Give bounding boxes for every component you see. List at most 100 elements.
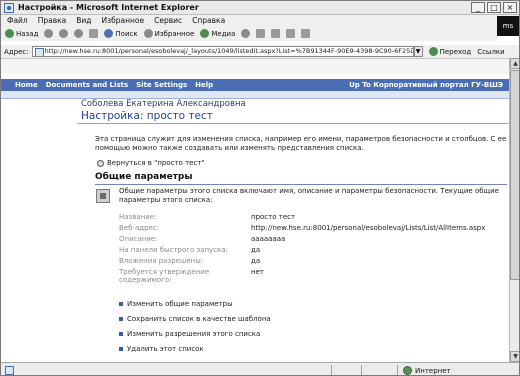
search-button[interactable]: Поиск (104, 29, 138, 38)
favorites-button[interactable]: Избранное (143, 29, 195, 38)
search-icon (104, 29, 114, 38)
toolbar: Назад Поиск Избранное Медиа (1, 26, 497, 41)
property-row: Вложения разрешены: да (119, 257, 509, 267)
go-button[interactable]: Переход (428, 47, 472, 56)
menu-help[interactable]: Справка (192, 16, 225, 25)
menu-view[interactable]: Вид (76, 16, 91, 25)
discuss-button[interactable] (301, 29, 311, 38)
scroll-up-icon[interactable]: ▲ (510, 58, 519, 69)
forward-button[interactable] (44, 29, 54, 38)
property-value: нет (251, 268, 264, 276)
back-arrow-icon (5, 29, 14, 38)
stop-icon (59, 29, 69, 38)
status-divider (361, 365, 362, 375)
sharepoint-nav-bar: Home Documents and Lists Site Settings H… (1, 79, 509, 91)
address-bar: Адрес: http://new.hse.ru:8001/personal/e… (1, 45, 519, 58)
scroll-thumb[interactable] (510, 70, 519, 280)
section-divider (95, 184, 507, 185)
nav-up-to-portal[interactable]: Up To Корпоративный портал ГУ-ВШЭ (349, 81, 503, 89)
action-label: Сохранить список в качестве шаблона (127, 315, 271, 323)
title-bar: Настройка - Microsoft Internet Explorer … (1, 1, 519, 15)
back-to-list-link[interactable]: Вернуться в "просто тест" (97, 159, 205, 167)
action-change-permissions[interactable]: Изменить разрешения этого списка (119, 330, 260, 338)
forward-arrow-icon (44, 29, 54, 38)
bullet-icon (119, 317, 123, 321)
menu-bar: Файл Правка Вид Избранное Сервис Справка… (1, 15, 519, 36)
menu-favorites[interactable]: Избранное (102, 16, 145, 25)
menu-file[interactable]: Файл (7, 16, 28, 25)
property-value: аааааааа (251, 235, 286, 243)
go-label: Переход (439, 47, 472, 56)
media-label: Медиа (211, 29, 236, 38)
refresh-icon (74, 29, 84, 38)
status-divider (331, 365, 332, 375)
refresh-button[interactable] (74, 29, 84, 38)
nav-help[interactable]: Help (195, 81, 213, 89)
action-label: Изменить общие параметры (127, 300, 233, 308)
address-input[interactable]: http://new.hse.ru:8001/personal/esobolev… (31, 46, 414, 57)
search-label: Поиск (115, 29, 138, 38)
internet-globe-icon (403, 366, 412, 375)
bullet-icon (119, 347, 123, 351)
scroll-down-icon[interactable]: ▼ (510, 351, 519, 362)
section-description: Общие параметры этого списка включают им… (119, 187, 499, 204)
property-label: Требуется утверждение содержимого: (119, 268, 210, 284)
back-button[interactable]: Назад (5, 29, 38, 38)
mail-icon (256, 29, 266, 38)
property-value: просто тест (251, 213, 296, 221)
property-row: Название: просто тест (119, 213, 509, 223)
vertical-scrollbar[interactable]: ▲ ▼ (509, 58, 519, 362)
back-link-label: Вернуться в "просто тест" (107, 159, 205, 167)
stop-button[interactable] (59, 29, 69, 38)
print-button[interactable] (271, 29, 281, 38)
property-value: да (251, 246, 261, 254)
history-icon (241, 29, 251, 38)
nav-site-settings[interactable]: Site Settings (136, 81, 187, 89)
bullet-icon (119, 302, 123, 306)
links-button[interactable]: Ссылки (477, 48, 505, 56)
discuss-icon (301, 29, 311, 38)
status-divider (397, 365, 398, 375)
print-icon (271, 29, 281, 38)
menu-edit[interactable]: Правка (38, 16, 67, 25)
home-button[interactable] (89, 29, 99, 38)
minimize-button[interactable]: _ (471, 2, 485, 13)
user-name: Соболева Екатерина Александровна (81, 99, 246, 109)
page-description: Эта страница служит для изменения списка… (95, 135, 507, 152)
page-title: Настройка: просто тест (81, 110, 213, 122)
menu-tools[interactable]: Сервис (154, 16, 182, 25)
property-row: Веб-адрес: http://new.hse.ru:8001/person… (119, 224, 509, 234)
windows-logo-icon: ms (497, 16, 519, 36)
settings-info-icon (96, 189, 110, 203)
bullet-icon (119, 332, 123, 336)
go-arrow-icon (428, 47, 438, 56)
nav-home[interactable]: Home (15, 81, 38, 89)
action-change-general-settings[interactable]: Изменить общие параметры (119, 300, 233, 308)
close-button[interactable]: × (503, 2, 517, 13)
mail-button[interactable] (256, 29, 266, 38)
property-label: Описание: (119, 235, 158, 243)
property-label: Веб-адрес: (119, 224, 160, 232)
edit-icon (286, 29, 296, 38)
action-save-as-template[interactable]: Сохранить список в качестве шаблона (119, 315, 271, 323)
address-dropdown-icon[interactable]: ▼ (413, 46, 423, 57)
action-delete-list[interactable]: Удалить этот список (119, 345, 204, 353)
property-value: да (251, 257, 261, 265)
home-icon (89, 29, 99, 38)
favorites-icon (143, 29, 153, 38)
browser-window: Настройка - Microsoft Internet Explorer … (0, 0, 520, 376)
status-bar: Интернет (1, 362, 519, 375)
media-button[interactable]: Медиа (200, 29, 235, 38)
back-label: Назад (16, 29, 39, 38)
maximize-button[interactable]: □ (487, 2, 501, 13)
history-button[interactable] (241, 29, 251, 38)
favorites-label: Избранное (154, 29, 195, 38)
security-zone: Интернет (403, 366, 451, 375)
edit-button[interactable] (286, 29, 296, 38)
zone-label: Интернет (415, 366, 451, 375)
title-divider (77, 123, 509, 124)
property-label: Вложения разрешены: (119, 257, 204, 265)
nav-documents-and-lists[interactable]: Documents and Lists (46, 81, 128, 89)
property-row: На панели быстрого запуска: да (119, 246, 509, 256)
page-top-spacer (1, 58, 509, 74)
